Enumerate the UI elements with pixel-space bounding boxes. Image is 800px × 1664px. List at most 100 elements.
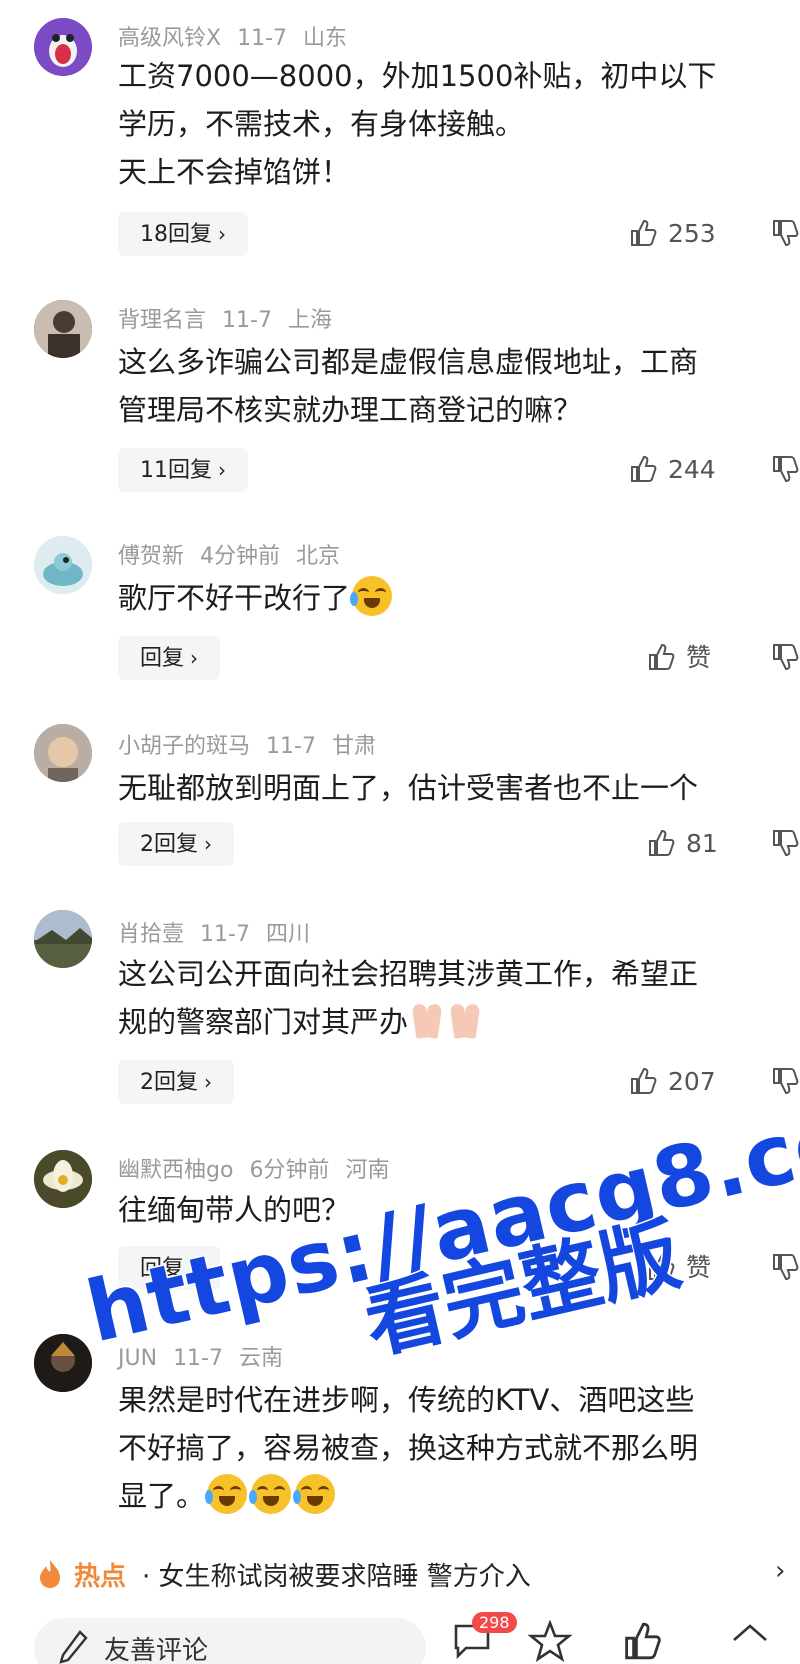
comment-meta: 小胡子的斑马 11-7 甘肃 (118, 728, 392, 760)
avatar[interactable] (34, 910, 92, 968)
chevron-right-icon: › (204, 832, 212, 856)
chevron-right-icon: › (218, 222, 226, 246)
hot-topic-text[interactable]: · 女生称试岗被要求陪睡 警方介入 (142, 1556, 531, 1593)
comment-meta: 傅贺新 4分钟前 北京 (118, 538, 356, 570)
comment-text: 这公司公开面向社会招聘其涉黄工作，希望正 规的警察部门对其严办 (118, 950, 798, 1046)
comment-input[interactable]: 友善评论 (34, 1618, 426, 1664)
dislike-button[interactable] (770, 1252, 800, 1286)
thumbs-down-icon (773, 1068, 799, 1095)
dislike-button[interactable] (770, 218, 800, 252)
dislike-button[interactable] (770, 642, 800, 676)
comment-meta: 高级风铃X 11-7 山东 (118, 20, 363, 52)
pen-icon (59, 1630, 88, 1664)
like-count: 赞 (686, 1253, 712, 1282)
avatar[interactable] (34, 300, 92, 358)
comment-meta: 肖拾壹 11-7 四川 (118, 916, 326, 948)
hot-topic-bar[interactable]: 热点 · 女生称试岗被要求陪睡 警方介入 › (0, 1548, 800, 1598)
comment-line: 学历，不需技术，有身体接触。 (118, 107, 525, 141)
laugh-cry-emoji-icon (350, 576, 393, 616)
comment-meta: 背理名言 11-7 上海 (118, 302, 348, 334)
thumbs-down-icon (773, 830, 799, 857)
comment-text: 工资7000—8000，外加1500补贴，初中以下 学历，不需技术，有身体接触。… (118, 52, 798, 196)
comment-time: 11-7 (266, 734, 316, 759)
replies-button[interactable]: 回复 › (118, 636, 221, 680)
like-button[interactable]: 244 (628, 452, 716, 488)
comment-text: 这么多诈骗公司都是虚假信息虚假地址，工商 管理局不核实就办理工商登记的嘛？ (118, 338, 798, 434)
comment-meta: 幽默西柚go 6分钟前 河南 (118, 1152, 405, 1184)
username[interactable]: 幽默西柚go (118, 1158, 233, 1183)
praying-hands-emoji-icon (410, 1002, 444, 1038)
chevron-right-icon: › (218, 458, 226, 482)
replies-button[interactable]: 18回复 › (118, 212, 248, 256)
laugh-cry-emoji-icon (293, 1474, 336, 1514)
chevron-right-icon: › (775, 1556, 786, 1586)
comment-text: 歌厅不好干改行了 (118, 574, 798, 622)
comment-location: 山东 (303, 26, 348, 51)
replies-button[interactable]: 2回复 › (118, 1060, 234, 1104)
like-count: 207 (668, 1067, 716, 1096)
replies-label: 2回复 (140, 832, 198, 857)
comment-line: 天上不会掉馅饼！ (118, 155, 351, 189)
comment-location: 河南 (345, 1158, 390, 1183)
bottom-action-bar: 友善评论 298 (0, 1612, 800, 1664)
chevron-right-icon: › (204, 1070, 212, 1094)
thumbs-up-icon[interactable] (620, 1620, 664, 1662)
thumbs-down-icon (773, 456, 799, 483)
replies-label: 11回复 (140, 458, 212, 483)
comment-time: 11-7 (173, 1346, 223, 1371)
replies-label: 回复 (140, 646, 185, 671)
comment-line: 不好搞了，容易被查，换这种方式就不那么明 (118, 1431, 699, 1465)
thumbs-down-icon (773, 1254, 799, 1281)
hot-label: 热点 (74, 1562, 127, 1592)
comment-line: 显了。 (118, 1472, 798, 1520)
avatar[interactable] (34, 1334, 92, 1392)
comment-time: 11-7 (200, 922, 250, 947)
username[interactable]: 小胡子的斑马 (118, 734, 250, 759)
thumbs-up-icon (649, 829, 675, 856)
comment-line: 规的警察部门对其严办 (118, 998, 798, 1046)
dislike-button[interactable] (770, 1066, 800, 1100)
avatar[interactable] (34, 536, 92, 594)
replies-label: 18回复 (140, 222, 212, 247)
replies-button[interactable]: 2回复 › (118, 822, 234, 866)
comment-input-placeholder: 友善评论 (104, 1636, 209, 1664)
avatar[interactable] (34, 724, 92, 782)
username[interactable]: 肖拾壹 (118, 922, 184, 947)
comment-line: 工资7000—8000，外加1500补贴，初中以下 (118, 59, 717, 93)
like-count: 253 (668, 219, 716, 248)
comment-location: 四川 (265, 922, 310, 947)
avatar[interactable] (34, 1150, 92, 1208)
username[interactable]: 背理名言 (118, 308, 206, 333)
replies-button[interactable]: 11回复 › (118, 448, 248, 492)
chevron-right-icon: › (190, 646, 199, 670)
username[interactable]: 傅贺新 (118, 544, 184, 569)
dislike-button[interactable] (770, 454, 800, 488)
like-count: 赞 (686, 643, 712, 672)
comment-time: 4分钟前 (200, 544, 281, 569)
like-button[interactable]: 207 (628, 1064, 716, 1100)
laugh-cry-emoji-icon (205, 1474, 248, 1514)
like-button[interactable]: 赞 (646, 640, 711, 676)
comment-time: 11-7 (237, 26, 288, 51)
laugh-cry-emoji-icon (249, 1474, 292, 1514)
comment-time: 6分钟前 (249, 1158, 330, 1183)
thumbs-down-icon (773, 644, 799, 671)
thumbs-down-icon (773, 220, 799, 247)
comment-line: 无耻都放到明面上了，估计受害者也不止一个 (118, 771, 699, 805)
star-icon[interactable] (528, 1620, 572, 1662)
comment-count-badge: 298 (472, 1612, 517, 1633)
like-count: 81 (686, 829, 718, 858)
comment-location: 北京 (296, 544, 341, 569)
like-button[interactable]: 81 (646, 826, 718, 862)
praying-hands-emoji-icon (448, 1002, 482, 1038)
like-button[interactable]: 253 (628, 216, 716, 252)
comment-text: 无耻都放到明面上了，估计受害者也不止一个 (118, 764, 798, 812)
comment-location: 上海 (287, 308, 332, 333)
dislike-button[interactable] (770, 828, 800, 862)
comment-line: 管理局不核实就办理工商登记的嘛？ (118, 393, 583, 427)
username[interactable]: 高级风铃X (118, 26, 221, 51)
share-icon[interactable] (728, 1620, 772, 1662)
thumbs-up-icon (631, 455, 657, 482)
comment-line: 歌厅不好干改行了 (118, 574, 798, 622)
avatar[interactable] (34, 18, 92, 76)
